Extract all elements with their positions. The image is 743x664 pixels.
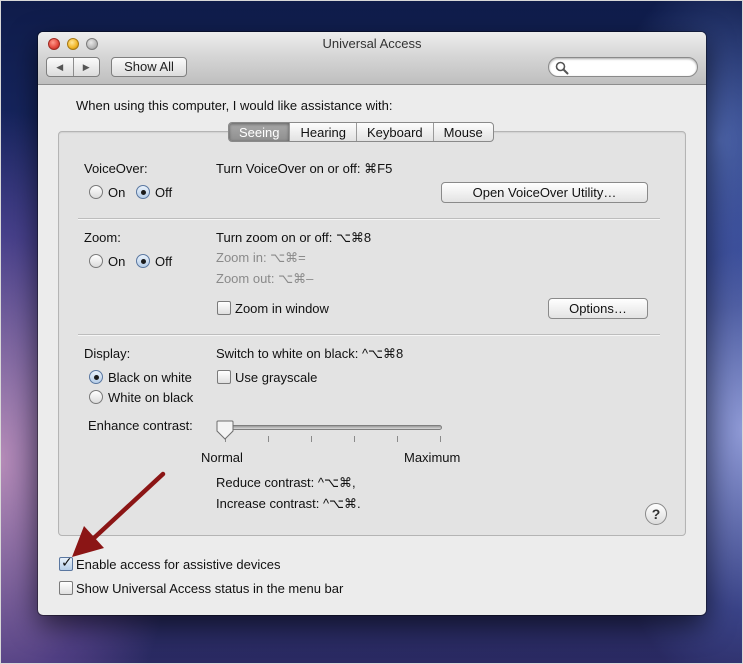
switch-display-shortcut-text: Switch to white on black: ^⌥⌘8	[216, 346, 404, 361]
tab-bar: Seeing Hearing Keyboard Mouse	[228, 122, 494, 142]
black-on-white-label: Black on white	[108, 370, 192, 385]
forward-arrow-icon: ▶	[82, 61, 90, 72]
tab-keyboard[interactable]: Keyboard	[356, 123, 433, 141]
zoom-in-window-checkbox[interactable]	[217, 301, 231, 315]
section-divider	[78, 218, 660, 220]
forward-button[interactable]: ▶	[72, 58, 100, 76]
enable-assistive-devices-label: Enable access for assistive devices	[76, 557, 281, 572]
show-status-menu-bar-label: Show Universal Access status in the menu…	[76, 581, 344, 596]
search-field[interactable]	[548, 57, 698, 77]
show-all-button[interactable]: Show All	[111, 57, 187, 77]
zoom-on-radio[interactable]	[89, 254, 103, 268]
use-grayscale-checkbox[interactable]	[217, 370, 231, 384]
checkmark-icon: ✓	[61, 554, 73, 570]
use-grayscale-label: Use grayscale	[235, 370, 318, 385]
slider-tick	[397, 436, 398, 442]
slider-tick	[268, 436, 269, 442]
voiceover-on-radio[interactable]	[89, 185, 103, 199]
contrast-min-label: Normal	[201, 450, 243, 465]
enhance-contrast-label: Enhance contrast:	[88, 418, 193, 433]
zoom-in-window-label: Zoom in window	[235, 301, 329, 316]
zoom-out-shortcut-text: Zoom out: ⌥⌘–	[216, 271, 314, 286]
zoom-off-radio[interactable]	[136, 254, 150, 268]
black-on-white-radio[interactable]	[89, 370, 103, 384]
contrast-slider-track[interactable]	[224, 425, 442, 430]
zoom-label: Zoom:	[84, 230, 121, 245]
search-icon	[555, 61, 569, 75]
zoom-in-shortcut-text: Zoom in: ⌥⌘=	[216, 250, 306, 265]
window-title: Universal Access	[322, 36, 422, 51]
white-on-black-radio[interactable]	[89, 390, 103, 404]
tab-mouse[interactable]: Mouse	[432, 123, 493, 141]
tab-seeing[interactable]: Seeing	[229, 123, 290, 141]
zoom-off-label: Off	[155, 254, 173, 269]
enable-assistive-devices-checkbox[interactable]: ✓	[59, 554, 73, 571]
universal-access-window: Universal Access ◀ ▶ Show All When using…	[38, 32, 706, 615]
slider-tick	[354, 436, 355, 442]
voiceover-on-label: On	[108, 185, 126, 200]
slider-tick	[440, 436, 441, 442]
back-forward-control: ◀ ▶	[46, 57, 100, 77]
zoom-options-button[interactable]: Options…	[548, 298, 648, 319]
show-status-menu-bar-checkbox[interactable]	[59, 581, 73, 595]
reduce-contrast-shortcut-text: Reduce contrast: ^⌥⌘,	[216, 475, 356, 490]
voiceover-label: VoiceOver:	[84, 161, 148, 176]
tab-hearing[interactable]: Hearing	[289, 123, 356, 141]
back-arrow-icon: ◀	[56, 61, 64, 72]
contrast-max-label: Maximum	[404, 450, 461, 465]
voiceover-shortcut-text: Turn VoiceOver on or off: ⌘F5	[216, 161, 393, 176]
zoom-on-label: On	[108, 254, 126, 269]
voiceover-off-label: Off	[155, 185, 173, 200]
increase-contrast-shortcut-text: Increase contrast: ^⌥⌘.	[216, 496, 361, 511]
back-button[interactable]: ◀	[47, 58, 73, 76]
white-on-black-label: White on black	[108, 390, 194, 405]
intro-text: When using this computer, I would like a…	[76, 98, 393, 113]
search-input[interactable]	[571, 60, 691, 74]
slider-tick	[311, 436, 312, 442]
voiceover-off-radio[interactable]	[136, 185, 150, 199]
contrast-slider-thumb[interactable]	[216, 420, 234, 440]
section-divider	[78, 334, 660, 336]
help-button[interactable]: ?	[645, 503, 667, 525]
zoom-shortcut-text: Turn zoom on or off: ⌥⌘8	[216, 230, 372, 245]
display-label: Display:	[84, 346, 131, 361]
open-voiceover-utility-button[interactable]: Open VoiceOver Utility…	[441, 182, 648, 203]
title-bar: Universal Access ◀ ▶ Show All	[38, 32, 706, 85]
